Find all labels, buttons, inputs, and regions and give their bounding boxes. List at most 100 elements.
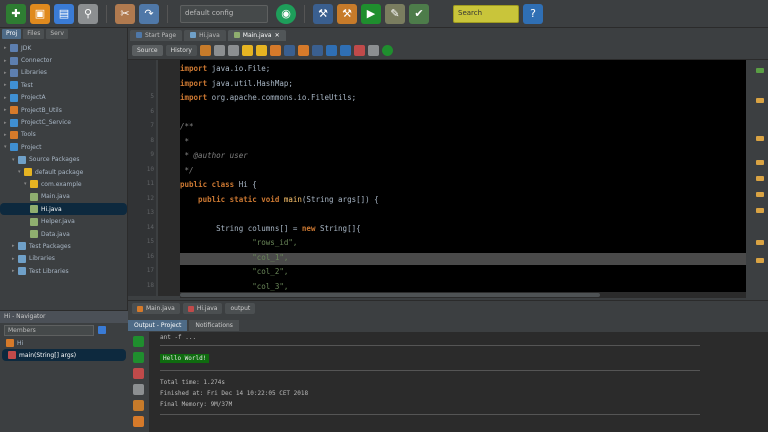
tree-item[interactable]: ▾ default package — [0, 166, 127, 178]
scroll-thumb[interactable] — [180, 293, 600, 297]
tab-projects[interactable]: Proj — [2, 29, 22, 39]
rerun-icon[interactable] — [133, 336, 144, 347]
main-toolbar: ✚ ▣ ▤ ⚲ ✂ ↷ default config ◉ ⚒ ⚒ ▶ ✎ ✔ S… — [0, 0, 768, 28]
members-select[interactable]: Members — [4, 324, 94, 336]
tab-main-java[interactable]: Main.java ✕ — [227, 29, 286, 41]
redo-icon[interactable]: ↷ — [139, 3, 159, 24]
open-project-icon[interactable]: ▣ — [30, 3, 50, 24]
tree-item[interactable]: ▸ Tools — [0, 129, 127, 141]
tab-services[interactable]: Serv — [46, 29, 68, 39]
tree-item[interactable]: ▾ Source Packages — [0, 154, 127, 166]
tree-item[interactable]: ▸ ProjectA — [0, 92, 127, 104]
history-mode-button[interactable]: History — [165, 45, 197, 56]
tree-item[interactable]: Helper.java — [0, 215, 127, 227]
navigator-item-selected[interactable]: main(String[] args) — [2, 349, 126, 361]
tab-output-project[interactable]: Output - Project — [128, 319, 188, 331]
warning-icon[interactable] — [133, 416, 144, 427]
warning-marker[interactable] — [756, 258, 764, 263]
tree-item-selected[interactable]: Hi.java — [0, 203, 127, 216]
configuration-select[interactable]: default config — [180, 4, 268, 23]
quick-search-field[interactable]: Search — [453, 4, 519, 23]
tab-notifications[interactable]: Notifications — [189, 319, 239, 331]
code-line[interactable]: /** — [180, 122, 194, 134]
tab-hi-java[interactable]: Hi.java — [184, 29, 226, 41]
code-line[interactable]: * — [180, 137, 190, 149]
code-line[interactable]: "rows_id", — [180, 238, 297, 250]
debug-icon[interactable]: ✎ — [385, 3, 405, 24]
navigator-item[interactable]: Hi — [0, 337, 128, 349]
warning-marker[interactable] — [756, 240, 764, 245]
code-line[interactable]: String columns[] = new String[]{ — [180, 224, 361, 236]
shift-right-icon[interactable] — [339, 45, 351, 56]
help-icon[interactable]: ? — [523, 3, 543, 24]
record-macro-icon[interactable] — [367, 45, 379, 56]
tree-item[interactable]: ▾ Project — [0, 141, 127, 153]
code-line[interactable]: import java.io.File; — [180, 64, 270, 76]
code-line[interactable]: "col_2", — [180, 267, 288, 279]
code-line[interactable]: public static void main(String args[]) { — [180, 195, 379, 207]
output-line: Total time: 1.274s — [160, 379, 226, 386]
clear-icon[interactable] — [133, 400, 144, 411]
bookmark-icon[interactable] — [283, 45, 295, 56]
tab-files[interactable]: Files — [23, 29, 45, 39]
prev-occurrence-icon[interactable] — [241, 45, 253, 56]
close-icon[interactable]: ✕ — [275, 32, 280, 39]
stop-macro-icon[interactable] — [353, 45, 365, 56]
new-project-icon[interactable]: ✚ — [6, 3, 26, 24]
tab-start-page[interactable]: Start Page — [130, 29, 183, 41]
code-line[interactable]: public class Hi { — [180, 180, 257, 192]
toggle-highlight-icon[interactable] — [269, 45, 281, 56]
tree-item[interactable]: ▸ Libraries — [0, 67, 127, 79]
search-icon[interactable] — [227, 45, 239, 56]
link-icon[interactable]: ⚲ — [78, 3, 98, 24]
tree-item[interactable]: ▸ Test — [0, 79, 127, 91]
next-occurrence-icon[interactable] — [255, 45, 267, 56]
tab-file[interactable]: Main.java — [132, 303, 180, 314]
line-number: 5 — [150, 93, 154, 100]
tree-item[interactable]: ▸ Test Libraries — [0, 265, 127, 277]
tree-item[interactable]: ▸ ProjectC_Service — [0, 116, 127, 128]
warning-marker[interactable] — [756, 98, 764, 103]
warning-marker[interactable] — [756, 208, 764, 213]
warning-marker[interactable] — [756, 160, 764, 165]
code-line[interactable]: * @author user — [180, 151, 248, 163]
filter-icon[interactable] — [98, 326, 106, 334]
code-line[interactable]: */ — [180, 166, 194, 178]
tree-item[interactable]: ▸ Libraries — [0, 253, 127, 265]
source-mode-button[interactable]: Source — [132, 45, 163, 56]
tree-item[interactable]: ▸ Connector — [0, 54, 127, 66]
prev-bookmark-icon[interactable] — [297, 45, 309, 56]
shift-left-icon[interactable] — [325, 45, 337, 56]
tab-output[interactable]: output — [225, 303, 256, 314]
new-file-icon[interactable]: ▤ — [54, 3, 74, 24]
tree-item[interactable]: Main.java — [0, 191, 127, 203]
cut-icon[interactable]: ✂ — [115, 3, 135, 24]
tree-item[interactable]: ▸ Test Packages — [0, 240, 127, 252]
back-icon[interactable] — [199, 45, 211, 56]
warning-marker[interactable] — [756, 192, 764, 197]
run-again-icon[interactable] — [133, 352, 144, 363]
code-line[interactable]: import java.util.HashMap; — [180, 79, 293, 91]
build-icon[interactable]: ⚒ — [313, 3, 333, 24]
tree-item[interactable]: ▸ ProjectB_Utils — [0, 104, 127, 116]
settings-icon[interactable] — [133, 384, 144, 395]
tree-item[interactable]: ▸ JDK — [0, 42, 127, 54]
code-line[interactable]: import org.apache.commons.io.FileUtils; — [180, 93, 356, 105]
profile-icon[interactable]: ✔ — [409, 3, 429, 24]
warning-marker[interactable] — [756, 136, 764, 141]
tab-file[interactable]: Hi.java — [182, 303, 223, 314]
tree-item[interactable]: Data.java — [0, 228, 127, 240]
output-console[interactable]: ant -f ... Hello World! Total time: 1.27… — [150, 332, 768, 432]
ok-marker[interactable] — [756, 68, 764, 73]
comment-icon[interactable] — [381, 45, 393, 56]
tree-item[interactable]: ▾ com.example — [0, 178, 127, 190]
warning-marker[interactable] — [756, 176, 764, 181]
clean-build-icon[interactable]: ⚒ — [337, 3, 357, 24]
code-line[interactable]: "col_1", — [180, 252, 746, 265]
globe-icon[interactable]: ◉ — [276, 3, 296, 24]
forward-icon[interactable] — [213, 45, 225, 56]
next-bookmark-icon[interactable] — [311, 45, 323, 56]
horizontal-scrollbar[interactable] — [180, 292, 746, 298]
stop-icon[interactable] — [133, 368, 144, 379]
run-icon[interactable]: ▶ — [361, 3, 381, 24]
